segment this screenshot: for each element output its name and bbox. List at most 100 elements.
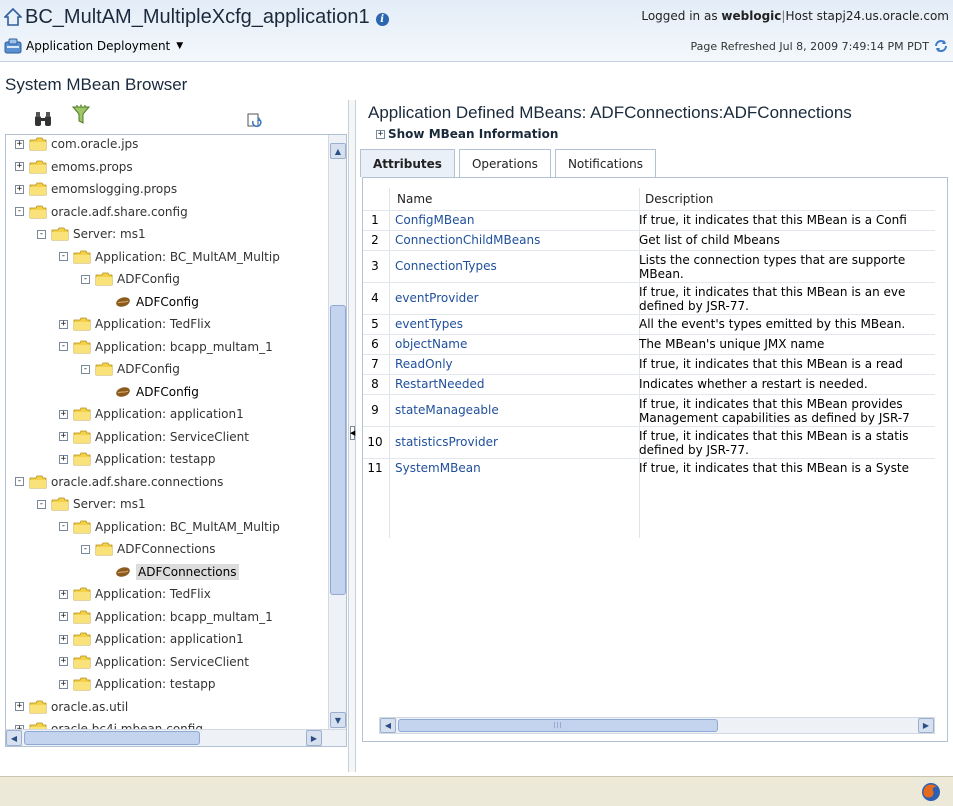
- table-row[interactable]: 6 objectName The MBean's unique JMX name: [363, 334, 935, 354]
- expand-icon[interactable]: +: [59, 657, 68, 666]
- target-menu[interactable]: Application Deployment ▼: [4, 36, 183, 56]
- filter-icon[interactable]: [71, 104, 91, 126]
- collapse-icon[interactable]: -: [59, 252, 68, 261]
- scroll-thumb[interactable]: [24, 731, 200, 745]
- expand-icon[interactable]: +: [59, 319, 68, 329]
- collapse-icon[interactable]: -: [15, 207, 24, 216]
- attribute-name-link[interactable]: stateManageable: [395, 403, 499, 417]
- tree-folder-node[interactable]: - Application: BC_MultAM_Multip: [59, 516, 280, 538]
- attribute-name-link[interactable]: statisticsProvider: [395, 435, 498, 449]
- table-row[interactable]: 2 ConnectionChildMBeans Get list of child …: [363, 230, 935, 250]
- tab-attributes[interactable]: Attributes: [360, 149, 455, 177]
- expand-icon[interactable]: +: [15, 184, 24, 194]
- scroll-left-icon[interactable]: ◀: [380, 718, 396, 733]
- attribute-name-link[interactable]: eventProvider: [395, 291, 479, 305]
- tree-folder-node[interactable]: - ADFConfig: [81, 268, 180, 290]
- attribute-name-link[interactable]: ConnectionTypes: [395, 259, 497, 273]
- collapse-icon[interactable]: -: [81, 364, 90, 374]
- tree-vertical-scrollbar[interactable]: ▲ ▼: [328, 135, 346, 730]
- table-row[interactable]: 7 ReadOnly If true, it indicates that this…: [363, 354, 935, 374]
- tree-folder-node[interactable]: + emomslogging.props: [15, 178, 177, 200]
- expand-icon[interactable]: +: [376, 129, 385, 139]
- firefox-icon[interactable]: [921, 782, 941, 802]
- tree-folder-node[interactable]: - Server: ms1: [37, 493, 146, 515]
- attribute-name-link[interactable]: SystemMBean: [395, 461, 481, 475]
- tree-folder-node[interactable]: + Application: application1: [59, 403, 244, 425]
- collapse-icon[interactable]: -: [81, 274, 90, 284]
- scroll-right-icon[interactable]: ▶: [918, 718, 934, 733]
- tree-folder-node[interactable]: - oracle.adf.share.config: [15, 201, 188, 223]
- scroll-down-icon[interactable]: ▼: [330, 712, 346, 728]
- tree-folder-node[interactable]: - Application: bcapp_multam_1: [59, 336, 273, 358]
- column-header-description[interactable]: Description: [645, 192, 713, 206]
- column-header-name[interactable]: Name: [397, 192, 432, 206]
- expand-icon[interactable]: +: [59, 634, 68, 644]
- home-icon[interactable]: [4, 7, 22, 27]
- tree-leaf-node[interactable]: ADFConfig: [103, 291, 199, 313]
- table-row[interactable]: 10 statisticsProvider If true, it indicate…: [363, 426, 935, 458]
- table-row[interactable]: 11 SystemMBean If true, it indicates that …: [363, 458, 935, 478]
- scroll-up-icon[interactable]: ▲: [330, 143, 346, 159]
- tree-folder-node[interactable]: + Application: TedFlix: [59, 313, 211, 335]
- collapse-icon[interactable]: -: [37, 229, 46, 239]
- expand-icon[interactable]: +: [15, 162, 24, 171]
- tree-folder-node[interactable]: + Application: bcapp_multam_1: [59, 606, 273, 628]
- tree-folder-node[interactable]: + Application: testapp: [59, 673, 216, 695]
- expand-icon[interactable]: +: [59, 454, 68, 464]
- tree-leaf-node[interactable]: ADFConfig: [103, 381, 199, 403]
- tree-folder-node[interactable]: - Application: BC_MultAM_Multip: [59, 246, 280, 268]
- scroll-right-icon[interactable]: ▶: [306, 730, 322, 746]
- tab-notifications[interactable]: Notifications: [554, 149, 657, 177]
- table-row[interactable]: 9 stateManageable If true, it indicates th…: [363, 394, 935, 426]
- tree-folder-node[interactable]: + emoms.props: [15, 156, 133, 178]
- binoculars-icon[interactable]: [33, 108, 53, 130]
- tab-operations[interactable]: Operations: [458, 149, 551, 177]
- info-icon[interactable]: i: [375, 12, 389, 26]
- tree-folder-node[interactable]: + oracle.as.util: [15, 696, 128, 718]
- expand-icon[interactable]: +: [59, 679, 68, 689]
- table-row[interactable]: 8 RestartNeeded Indicates whether a restar…: [363, 374, 935, 394]
- scroll-left-icon[interactable]: ◀: [6, 730, 22, 746]
- refresh-icon[interactable]: [933, 39, 949, 53]
- tree-folder-node[interactable]: + Application: TedFlix: [59, 583, 211, 605]
- tree-folder-node[interactable]: + com.oracle.jps: [15, 135, 138, 155]
- attribute-name-link[interactable]: eventTypes: [395, 317, 463, 331]
- tree-folder-node[interactable]: - ADFConfig: [81, 358, 180, 380]
- attribute-name-link[interactable]: RestartNeeded: [395, 377, 485, 391]
- table-row[interactable]: 4 eventProvider If true, it indicates that…: [363, 282, 935, 314]
- tree-folder-node[interactable]: + Application: ServiceClient: [59, 651, 249, 673]
- expand-icon[interactable]: +: [15, 139, 24, 149]
- tree-horizontal-scrollbar[interactable]: ◀ ▶: [6, 729, 346, 746]
- expand-icon[interactable]: +: [15, 702, 24, 711]
- table-horizontal-scrollbar[interactable]: ◀ ||| ▶: [379, 717, 935, 734]
- refresh-tree-icon[interactable]: [245, 110, 265, 132]
- collapse-icon[interactable]: -: [37, 499, 46, 509]
- expand-icon[interactable]: +: [59, 432, 68, 441]
- panel-splitter[interactable]: ◀: [348, 100, 356, 772]
- attribute-name-link[interactable]: ConfigMBean: [395, 213, 474, 227]
- scroll-thumb[interactable]: |||: [398, 719, 718, 732]
- table-row[interactable]: 1 ConfigMBean If true, it indicates that t…: [363, 210, 935, 230]
- attribute-name-link[interactable]: ReadOnly: [395, 357, 453, 371]
- tree-leaf-node[interactable]: ADFConnections: [103, 561, 239, 583]
- attribute-name-link[interactable]: objectName: [395, 337, 467, 351]
- tree-folder-node[interactable]: - Server: ms1: [37, 223, 146, 245]
- attribute-name-link[interactable]: ConnectionChildMBeans: [395, 233, 540, 247]
- table-row[interactable]: 3 ConnectionTypes Lists the connection typ…: [363, 250, 935, 282]
- collapse-icon[interactable]: -: [59, 342, 68, 351]
- tree-folder-node[interactable]: - ADFConnections: [81, 538, 216, 560]
- show-mbean-info-toggle[interactable]: + Show MBean Information: [376, 127, 558, 141]
- tree-folder-node[interactable]: - oracle.adf.share.connections: [15, 471, 223, 493]
- collapse-icon[interactable]: ◀: [350, 426, 355, 440]
- scroll-thumb[interactable]: [330, 305, 346, 595]
- collapse-icon[interactable]: -: [15, 477, 24, 486]
- collapse-icon[interactable]: -: [59, 522, 68, 531]
- expand-icon[interactable]: +: [59, 589, 68, 599]
- tree-folder-node[interactable]: + Application: ServiceClient: [59, 426, 249, 448]
- expand-icon[interactable]: +: [59, 409, 68, 419]
- collapse-icon[interactable]: -: [81, 544, 90, 554]
- tree-folder-node[interactable]: + Application: testapp: [59, 448, 216, 470]
- tree-folder-node[interactable]: + Application: application1: [59, 628, 244, 650]
- table-row[interactable]: 5 eventTypes All the event's types emitted…: [363, 314, 935, 334]
- expand-icon[interactable]: +: [59, 612, 68, 621]
